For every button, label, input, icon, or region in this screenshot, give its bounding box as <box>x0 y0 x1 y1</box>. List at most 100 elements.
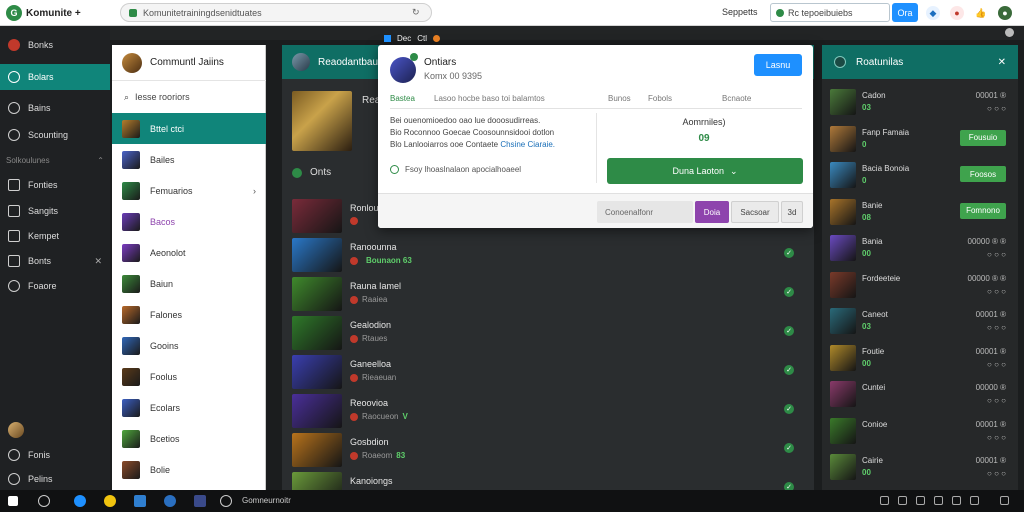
menu-row[interactable]: Falones <box>112 299 266 330</box>
rail-item-7[interactable]: Bonts ✕ <box>0 248 110 274</box>
check-icon[interactable]: ✓ <box>784 365 794 375</box>
check-icon[interactable]: ✓ <box>784 287 794 297</box>
edge-icon[interactable] <box>164 495 176 507</box>
tray-icon[interactable] <box>934 496 943 505</box>
menu-row[interactable]: Ecolars <box>112 392 266 423</box>
shield-icon[interactable]: ◆ <box>926 6 940 20</box>
right-row-button[interactable]: Fousuio <box>960 129 1006 146</box>
menu-row[interactable]: Bailes <box>112 144 266 175</box>
menu-row[interactable]: Baiun <box>112 268 266 299</box>
verify-row[interactable]: Fsoy lhoaslnalaon apocialhoaeel <box>390 165 521 174</box>
browser-icon[interactable] <box>74 495 86 507</box>
right-row[interactable]: Bania 00 00000 ® ® ○ ○ ○ <box>830 233 1012 263</box>
popup-nav-tab[interactable]: Fobols <box>648 94 672 103</box>
cancel-button[interactable]: Sacsoar <box>731 201 779 223</box>
right-row[interactable]: Banie 08 Fomnono <box>830 197 1012 227</box>
close-icon[interactable]: ✕ <box>94 256 102 267</box>
active-app-icon[interactable] <box>220 495 232 507</box>
feed-row[interactable]: Rauna Iamel Raaiea ✓ <box>292 277 804 311</box>
profile-avatar[interactable] <box>8 422 24 438</box>
rail-bottom-item-1[interactable]: Pelins <box>0 466 110 492</box>
windows-start-icon[interactable] <box>8 496 18 506</box>
right-row[interactable]: Cairie 00 00001 ® ○ ○ ○ <box>830 452 1012 482</box>
right-row-button[interactable]: Foosos <box>960 166 1006 182</box>
tray-icon[interactable] <box>970 496 979 505</box>
feed-row[interactable]: Ranoounna Bounaon 63 ✓ <box>292 238 804 272</box>
hero-image[interactable] <box>292 91 352 151</box>
join-button[interactable]: Lasnu <box>754 54 802 76</box>
feed-row[interactable]: Gosbdion Roaeom 83 ✓ <box>292 433 804 467</box>
popup-nav-tab[interactable]: Bunos <box>608 94 631 103</box>
address-bar[interactable]: Komunitetrainingdsenidtuates <box>120 3 432 22</box>
rail-item-3[interactable]: Scounting <box>0 122 110 148</box>
notification-icon[interactable]: ● <box>950 6 964 20</box>
close-button[interactable]: 3d <box>781 201 803 223</box>
right-row-icons[interactable]: ○ ○ ○ <box>987 433 1006 442</box>
search-icon[interactable] <box>38 495 50 507</box>
right-row[interactable]: Bacia Bonoia 0 Foosos <box>830 160 1012 190</box>
user-avatar-icon[interactable]: ● <box>998 6 1012 20</box>
close-icon[interactable]: ✕ <box>998 57 1006 68</box>
tray-icon[interactable] <box>952 496 961 505</box>
right-row[interactable]: Cuntei 00000 ® ○ ○ ○ <box>830 379 1012 409</box>
menu-row[interactable]: Bacos <box>112 206 266 237</box>
menu-row[interactable]: Aeonolot <box>112 237 266 268</box>
check-icon[interactable]: ✓ <box>784 326 794 336</box>
menu-header[interactable]: Communtl Jaiins <box>112 45 266 81</box>
popup-nav-tab[interactable]: Bcnaote <box>722 94 751 103</box>
right-row[interactable]: Foutie 00 00001 ® ○ ○ ○ <box>830 343 1012 373</box>
feed-row[interactable]: Gealodion Rtaues ✓ <box>292 316 804 350</box>
feed-row[interactable]: Ganeelloa Rieaeuan ✓ <box>292 355 804 389</box>
rail-section-header[interactable]: Solkoulunes ⌃ <box>6 156 104 165</box>
right-row-icons[interactable]: ○ ○ ○ <box>987 250 1006 259</box>
rail-item-6[interactable]: Kempet <box>0 223 110 249</box>
top-search-input[interactable]: Rc tepoeibuiebs <box>770 3 890 22</box>
top-search-button[interactable]: Ora <box>892 3 918 22</box>
popup-nav-tab[interactable]: Lasoo hocbe baso toi balamtos <box>434 94 545 103</box>
rail-item-5[interactable]: Sangits <box>0 198 110 224</box>
menu-search-input[interactable]: ⌕ Iesse rooriors <box>120 87 260 107</box>
tray-icon[interactable] <box>916 496 925 505</box>
rail-item-8[interactable]: Foaore <box>0 273 110 299</box>
right-row[interactable]: Cadon 03 00001 ® ○ ○ ○ <box>830 87 1012 117</box>
follow-button[interactable]: Duna Laoton ⌄ <box>607 158 803 184</box>
rail-item-1[interactable]: Bolars <box>0 64 110 90</box>
rail-item-4[interactable]: Fonties <box>0 172 110 198</box>
notifications-icon[interactable] <box>1000 496 1009 505</box>
right-row[interactable]: Fordeeteie 00000 ® ® ○ ○ ○ <box>830 270 1012 300</box>
tray-icon[interactable] <box>880 496 889 505</box>
store-icon[interactable] <box>134 495 146 507</box>
right-row-button[interactable]: Fomnono <box>960 202 1006 219</box>
check-icon[interactable]: ✓ <box>784 404 794 414</box>
feed-row[interactable]: Reoovioa Raocueon V ✓ <box>292 394 804 428</box>
right-row-icons[interactable]: ○ ○ ○ <box>987 323 1006 332</box>
app-title[interactable]: G Komunite + <box>6 4 81 22</box>
menu-row[interactable]: Bolie <box>112 454 266 485</box>
invite-input[interactable]: Conoenalfonr <box>597 201 693 223</box>
check-icon[interactable]: ✓ <box>784 443 794 453</box>
menu-row[interactable]: Bttel ctci <box>112 113 266 144</box>
right-row-icons[interactable]: ○ ○ ○ <box>987 396 1006 405</box>
right-row-icons[interactable]: ○ ○ ○ <box>987 469 1006 478</box>
desc-link[interactable]: Chsine Ciaraie. <box>500 140 555 149</box>
reload-icon[interactable]: ↻ <box>412 7 420 18</box>
right-row-icons[interactable]: ○ ○ ○ <box>987 104 1006 113</box>
menu-row[interactable]: Gooins <box>112 330 266 361</box>
rail-item-2[interactable]: Bains <box>0 95 110 121</box>
thumbs-up-icon[interactable]: 👍 <box>974 6 988 20</box>
invite-button[interactable]: Doia <box>695 201 729 223</box>
menu-row[interactable]: Foolus <box>112 361 266 392</box>
right-row-icons[interactable]: ○ ○ ○ <box>987 360 1006 369</box>
rail-bottom-item-0[interactable]: Fonis <box>0 442 110 468</box>
popup-tab-b[interactable]: Ctl <box>417 34 427 43</box>
right-row[interactable]: Caneot 03 00001 ® ○ ○ ○ <box>830 306 1012 336</box>
right-row[interactable]: Conioe 00001 ® ○ ○ ○ <box>830 416 1012 446</box>
popup-nav-tab[interactable]: Bastea <box>390 94 415 103</box>
chrome-icon[interactable] <box>104 495 116 507</box>
menu-row[interactable]: Femuarios › <box>112 175 266 206</box>
right-row[interactable]: Fanp Famaia 0 Fousuio <box>830 124 1012 154</box>
menu-row[interactable]: Bcetios <box>112 423 266 454</box>
app-icon[interactable] <box>194 495 206 507</box>
rail-item-0[interactable]: Bonks <box>0 32 110 58</box>
check-icon[interactable]: ✓ <box>784 248 794 258</box>
